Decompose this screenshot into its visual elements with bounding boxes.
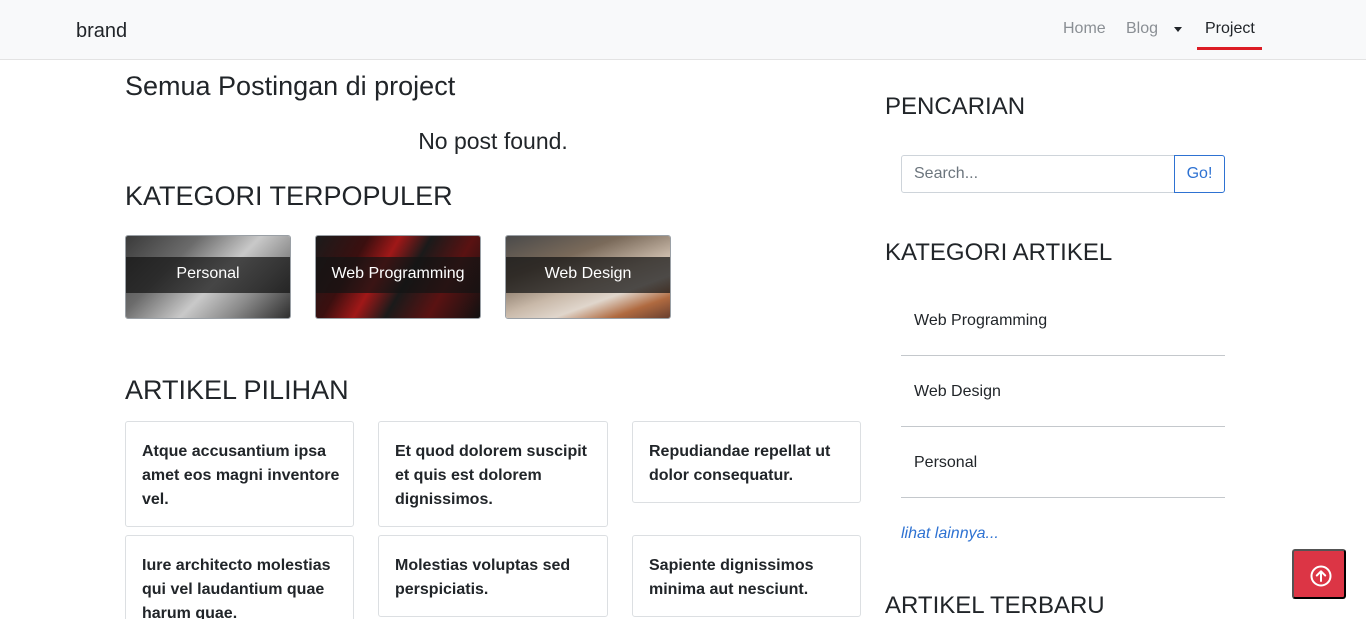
category-card-web-programming[interactable]: Web Programming [315, 235, 481, 319]
category-list-item-personal[interactable]: Personal [901, 427, 1225, 498]
article-card[interactable]: Iure architecto molestias qui vel laudan… [125, 535, 354, 619]
category-list-item-web-programming[interactable]: Web Programming [901, 285, 1225, 356]
caret-down-icon[interactable] [1174, 27, 1182, 32]
article-title: Atque accusantium ipsa amet eos magni in… [142, 443, 340, 508]
article-title: Iure architecto molestias qui vel laudan… [142, 557, 331, 619]
featured-articles-heading: ARTIKEL PILIHAN [125, 375, 349, 405]
category-card-label: Personal [176, 265, 240, 282]
scroll-to-top-button[interactable] [1292, 549, 1346, 599]
category-card-label: Web Programming [331, 265, 465, 282]
category-card-web-design[interactable]: Web Design [505, 235, 671, 319]
arrow-up-circle-icon [1310, 565, 1332, 587]
article-card[interactable]: Sapiente dignissimos minima aut nesciunt… [632, 535, 861, 617]
category-list-label: Web Programming [914, 312, 1048, 329]
category-card-personal[interactable]: Personal [125, 235, 291, 319]
search-input[interactable] [901, 155, 1175, 193]
category-list-label: Web Design [914, 383, 1001, 400]
article-card[interactable]: Repudiandae repellat ut dolor consequatu… [632, 421, 861, 503]
page-title: Semua Postingan di project [125, 71, 456, 101]
article-categories-heading: KATEGORI ARTIKEL [885, 239, 1113, 266]
category-list-item-web-design[interactable]: Web Design [901, 356, 1225, 427]
article-title: Repudiandae repellat ut dolor consequatu… [649, 443, 831, 484]
search-button[interactable]: Go! [1174, 155, 1225, 193]
see-more-link[interactable]: lihat lainnya... [901, 524, 999, 544]
category-list-label: Personal [914, 454, 978, 471]
nav-item-project[interactable]: Project [1205, 19, 1255, 39]
nav-item-blog[interactable]: Blog [1126, 19, 1158, 39]
article-title: Sapiente dignissimos minima aut nesciunt… [649, 557, 814, 598]
navbar: brand Home Blog Project [0, 0, 1366, 60]
latest-articles-heading: ARTIKEL TERBARU [885, 592, 1105, 619]
brand-logo[interactable]: brand [76, 19, 127, 43]
category-list: Web Programming Web Design Personal [901, 285, 1225, 498]
article-card[interactable]: Et quod dolorem suscipit et quis est dol… [378, 421, 608, 527]
category-card-label: Web Design [544, 265, 632, 282]
empty-message: No post found. [418, 128, 568, 154]
popular-categories-heading: KATEGORI TERPOPULER [125, 181, 453, 211]
search-heading: PENCARIAN [885, 93, 1026, 120]
active-nav-indicator [1197, 47, 1262, 50]
article-card[interactable]: Atque accusantium ipsa amet eos magni in… [125, 421, 354, 527]
article-title: Molestias voluptas sed perspiciatis. [395, 557, 571, 598]
nav-item-home[interactable]: Home [1063, 19, 1106, 39]
article-title: Et quod dolorem suscipit et quis est dol… [395, 443, 588, 508]
article-card[interactable]: Molestias voluptas sed perspiciatis. [378, 535, 608, 617]
